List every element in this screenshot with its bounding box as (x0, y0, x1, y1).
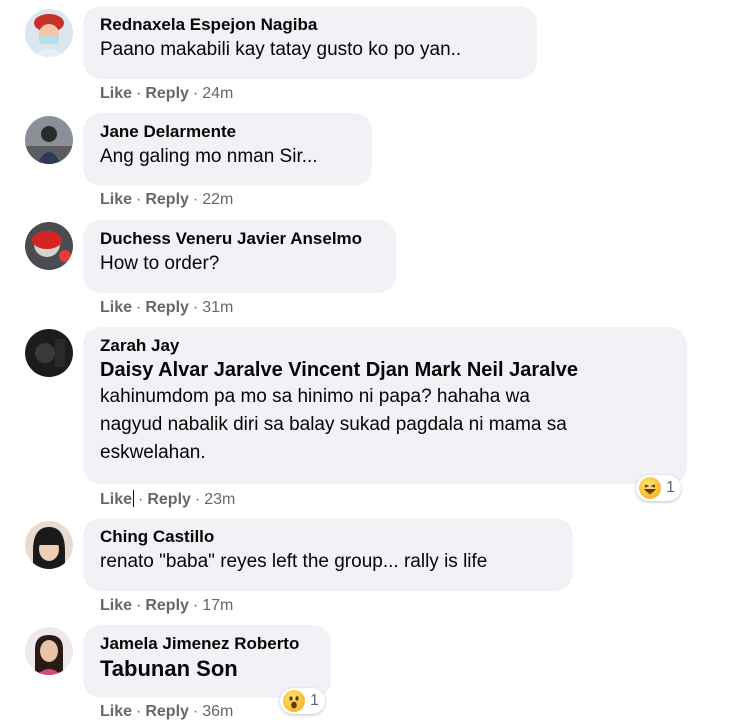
mention-link[interactable]: Tabunan Son (100, 655, 315, 683)
avatar[interactable] (25, 521, 73, 569)
comment-author[interactable]: Ching Castillo (100, 526, 557, 548)
text-cursor (133, 490, 135, 507)
separator: · (138, 491, 144, 508)
comment-actions: Like · Reply · 36m (100, 702, 233, 722)
comment-text: Ang galing mo nman Sir... (100, 146, 318, 167)
comment-actions: Like · Reply · 22m (100, 190, 233, 210)
mention-link[interactable]: Daisy Alvar Jaralve Vincent Djan Mark Ne… (100, 357, 671, 383)
separator: · (192, 299, 199, 316)
like-button[interactable]: Like (100, 491, 132, 508)
separator: · (136, 85, 142, 102)
comment-timestamp[interactable]: 22m (202, 191, 233, 208)
separator: · (136, 299, 142, 316)
separator: · (192, 597, 199, 614)
like-button[interactable]: Like (100, 299, 132, 316)
avatar[interactable] (25, 329, 73, 377)
reaction-count: 1 (310, 692, 319, 709)
comment-bubble: Ching Castillo renato "baba" reyes left … (83, 518, 573, 591)
haha-emoji-icon (639, 477, 661, 499)
comment-timestamp[interactable]: 36m (202, 703, 233, 720)
reaction-badge[interactable]: 1 (636, 475, 681, 501)
like-button[interactable]: Like (100, 703, 132, 720)
comment-actions: Like · Reply · 24m (100, 84, 233, 104)
avatar[interactable] (25, 222, 73, 270)
comment-author[interactable]: Duchess Veneru Javier Anselmo (100, 228, 380, 250)
separator: · (136, 703, 142, 720)
comment-author[interactable]: Jane Delarmente (100, 121, 356, 143)
comment-timestamp[interactable]: 24m (202, 85, 233, 102)
comment-bubble: Zarah Jay Daisy Alvar Jaralve Vincent Dj… (83, 327, 687, 484)
avatar[interactable] (25, 9, 73, 57)
comment-text-line: kahinumdom pa mo sa hinimo ni papa? haha… (100, 386, 530, 407)
comment-bubble: Rednaxela Espejon Nagiba Paano makabili … (83, 6, 537, 79)
comment-actions: Like · Reply · 23m (100, 490, 235, 510)
wow-emoji-icon (283, 690, 305, 712)
separator: · (136, 191, 142, 208)
like-button[interactable]: Like (100, 191, 132, 208)
comment-timestamp[interactable]: 31m (202, 299, 233, 316)
separator: · (192, 191, 199, 208)
like-button[interactable]: Like (100, 597, 132, 614)
avatar[interactable] (25, 627, 73, 675)
reply-button[interactable]: Reply (147, 491, 191, 508)
comment-bubble: Duchess Veneru Javier Anselmo How to ord… (83, 220, 396, 293)
avatar[interactable] (25, 116, 73, 164)
reply-button[interactable]: Reply (145, 85, 189, 102)
comment-text: renato "baba" reyes left the group... ra… (100, 551, 488, 572)
comment-actions: Like · Reply · 17m (100, 596, 233, 616)
like-button[interactable]: Like (100, 85, 132, 102)
separator: · (192, 85, 199, 102)
comment-text: How to order? (100, 253, 220, 274)
reply-button[interactable]: Reply (145, 597, 189, 614)
reply-button[interactable]: Reply (145, 703, 189, 720)
reply-button[interactable]: Reply (145, 299, 189, 316)
reaction-badge[interactable]: 1 (280, 688, 325, 714)
separator: · (192, 703, 199, 720)
comment-timestamp[interactable]: 23m (204, 491, 235, 508)
comment-text: Paano makabili kay tatay gusto ko po yan… (100, 39, 462, 60)
comment-actions: Like · Reply · 31m (100, 298, 233, 318)
comment-author[interactable]: Jamela Jimenez Roberto (100, 633, 315, 655)
comment-bubble: Jane Delarmente Ang galing mo nman Sir..… (83, 113, 372, 186)
comment-timestamp[interactable]: 17m (202, 597, 233, 614)
separator: · (194, 491, 201, 508)
comment-text-line: nagyud nabalik diri sa balay sukad pagda… (100, 414, 567, 435)
separator: · (136, 597, 142, 614)
reaction-count: 1 (666, 479, 675, 496)
comment-text-line: eskwelahan. (100, 442, 206, 463)
reply-button[interactable]: Reply (145, 191, 189, 208)
comment-author[interactable]: Zarah Jay (100, 335, 671, 357)
comment-author[interactable]: Rednaxela Espejon Nagiba (100, 14, 521, 36)
